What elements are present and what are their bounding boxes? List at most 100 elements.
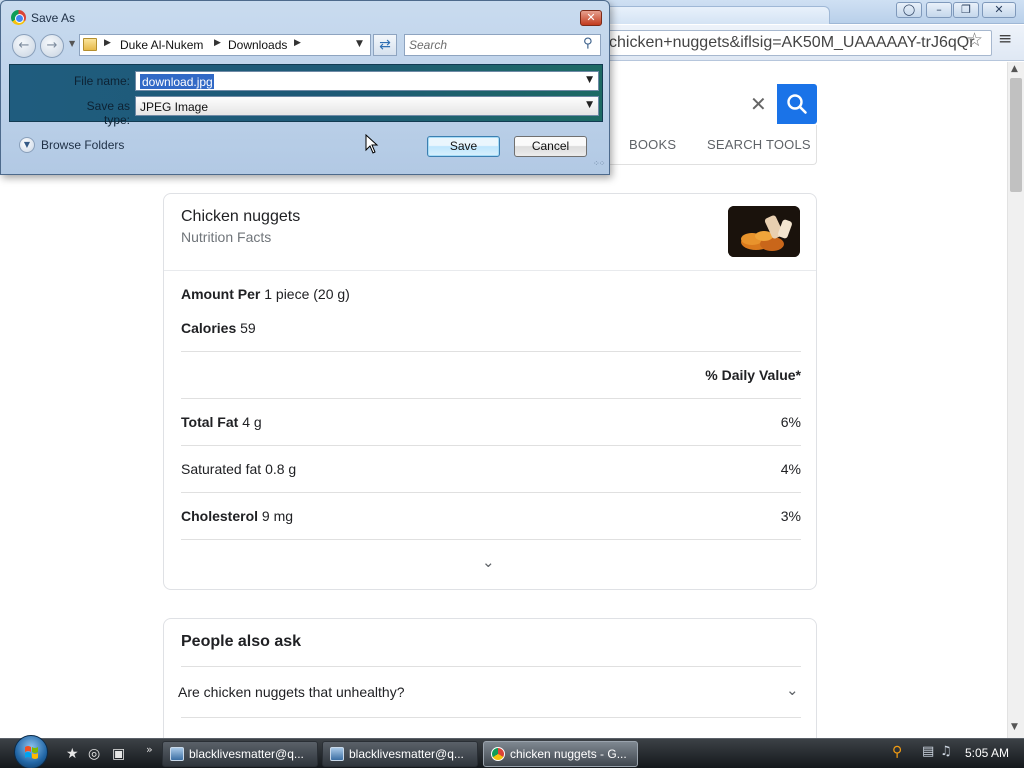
tab-books[interactable]: BOOKS [629,137,676,152]
user-icon[interactable]: ◯ [896,2,922,18]
network-icon[interactable]: ▤ [922,744,934,759]
dialog-title: Save As [31,11,76,25]
calories-label: Calories [181,320,237,336]
daily-value-header: % Daily Value* [705,367,801,383]
start-button[interactable] [12,735,50,768]
taskbar-item[interactable]: blacklivesmatter@q... [162,741,318,767]
chevron-double-right-icon[interactable]: » [146,743,153,756]
filename-input[interactable] [140,74,214,89]
show-desktop-icon[interactable]: ▣ [112,746,125,762]
taskbar-item-label: chicken nuggets - G... [510,747,627,761]
taskbar-item-active[interactable]: chicken nuggets - G... [483,741,638,767]
savetype-value: JPEG Image [140,100,209,114]
chevron-down-icon[interactable]: ⌄ [786,681,799,699]
calories-value: 59 [240,320,256,336]
close-x-icon[interactable]: ✕ [750,92,767,116]
chrome-icon [11,10,26,25]
amount-per-value: 1 piece (20 g) [264,286,350,302]
chevron-right-icon[interactable]: ▶ [104,38,111,48]
save-button[interactable]: Save [427,136,500,157]
window-close-icon[interactable]: ✕ [982,2,1016,18]
recent-locations-dropdown-icon[interactable]: ▼ [69,39,75,48]
paa-question[interactable]: Are chicken nuggets that unhealthy? [178,684,803,700]
chevron-down-icon[interactable]: ⌄ [482,553,495,571]
nutrient-amount: 0.8 g [265,461,297,477]
folder-icon [83,38,97,51]
minimize-icon[interactable]: – [926,2,952,18]
chrome-icon [491,747,505,761]
chevron-right-icon[interactable]: ▶ [214,38,221,48]
taskbar-item[interactable]: blacklivesmatter@q... [322,741,478,767]
expand-circle-icon[interactable]: ▼ [19,137,35,153]
taskbar-item-label: blacklivesmatter@q... [349,747,464,761]
food-image[interactable] [728,206,800,257]
quicklaunch-icon[interactable]: ★ [66,746,79,762]
nutrient-daily-value: 4% [780,461,801,477]
breadcrumb-item[interactable]: Downloads [228,38,287,52]
save-form-panel: File name: ▼ Save as type: JPEG Image ▼ [9,64,603,127]
nutrient-row: Cholesterol 9 mg 3% [181,508,801,524]
back-arrow-icon[interactable]: ← [12,34,36,58]
divider [181,445,801,446]
search-box[interactable]: ✕ [610,84,817,124]
refresh-icon[interactable]: ⇄ [373,34,397,56]
search-icon[interactable]: ⚲ [583,36,593,51]
chevron-down-icon[interactable]: ▼ [586,100,593,110]
browse-folders-label[interactable]: Browse Folders [41,138,124,152]
divider [181,666,801,667]
nutrition-card: Chicken nuggets Nutrition Facts Amount P… [163,193,817,590]
card-title: Chicken nuggets [181,208,301,225]
browser-tab[interactable] [600,6,830,24]
magnifier-icon [787,94,807,114]
search-tabs: BOOKS SEARCH TOOLS [610,125,817,165]
divider [181,492,801,493]
scrollbar-thumb[interactable] [1010,78,1022,192]
browse-folders-toggle[interactable]: ▼ Browse Folders [19,135,129,155]
card-subtitle: Nutrition Facts [181,229,272,245]
nutrient-amount: 9 mg [261,508,294,524]
nutrient-label: Cholesterol [181,508,259,524]
window-icon [170,747,184,761]
restore-icon[interactable]: ❐ [953,2,979,18]
scroll-up-arrow-icon[interactable]: ▲ [1011,64,1018,74]
calories-row: Calories 59 [181,320,801,336]
browser-quicklaunch-icon[interactable]: ◎ [88,746,100,762]
search-icon[interactable]: ⚲ [892,744,902,760]
dialog-close-button[interactable]: ✕ [580,10,602,26]
window-icon [330,747,344,761]
cancel-button[interactable]: Cancel [514,136,587,157]
filename-field[interactable]: ▼ [135,71,599,91]
windows-logo-icon[interactable] [14,735,48,768]
nutrient-daily-value: 6% [780,414,801,430]
search-field[interactable]: ⚲ [404,34,601,56]
savetype-select[interactable]: JPEG Image ▼ [135,96,599,116]
tab-search-tools[interactable]: SEARCH TOOLS [707,137,811,152]
divider [164,270,816,271]
amount-per-label: Amount Per [181,286,261,302]
taskbar: ★ ◎ ▣ » blacklivesmatter@q... blacklives… [0,735,1024,768]
star-outline-icon[interactable]: ☆ [966,29,983,51]
breadcrumb-item[interactable]: Duke Al-Nukem [120,38,203,52]
chevron-down-icon[interactable]: ▼ [356,39,363,49]
speaker-icon[interactable]: ♫ [940,744,952,759]
nutrient-daily-value: 3% [780,508,801,524]
chevron-down-icon[interactable]: ▼ [586,75,593,85]
clock[interactable]: 5:05 AM [965,746,1009,760]
breadcrumb[interactable]: ▶ Duke Al-Nukem ▶ Downloads ▶ ▼ [79,34,371,56]
hamburger-menu-icon[interactable]: ≡ [998,29,1012,49]
chevron-right-icon[interactable]: ▶ [294,38,301,48]
nutrient-amount: 4 g [242,414,262,430]
divider [181,539,801,540]
scroll-down-arrow-icon[interactable]: ▼ [1011,722,1018,732]
vertical-scrollbar[interactable]: ▲ ▼ [1007,62,1024,738]
search-input[interactable] [409,37,579,53]
amount-per-row: Amount Per 1 piece (20 g) [181,286,801,302]
forward-arrow-icon[interactable]: → [40,34,64,58]
address-bar[interactable]: chicken+nuggets&iflsig=AK50M_UAAAAAY-trJ… [604,30,992,56]
nutrient-label: Total Fat [181,414,239,430]
taskbar-item-label: blacklivesmatter@q... [189,747,304,761]
search-button[interactable] [777,84,817,124]
resize-grip-icon[interactable]: ⁘⁘ [593,159,605,168]
divider [181,351,801,352]
savetype-label: Save as type: [86,99,130,127]
